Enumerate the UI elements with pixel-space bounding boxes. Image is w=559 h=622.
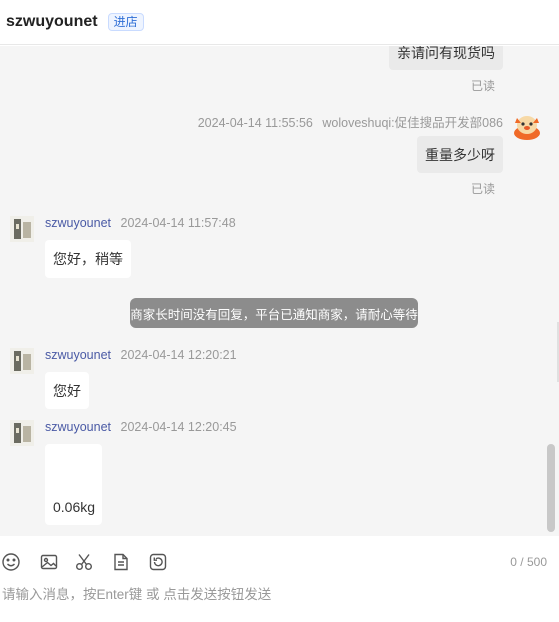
message-time: 2024-04-14 11:55:56: [197, 116, 313, 130]
message-text: 重量多少呀: [425, 146, 495, 163]
system-notice-text: 商家长时间没有回复，平台已通知商家，请耐心等待: [130, 307, 418, 322]
shop-name: szwuyounet: [6, 13, 98, 30]
shop-avatar[interactable]: [10, 216, 34, 242]
shop-avatar[interactable]: [10, 420, 34, 446]
sender-name: woloveshuqi:促佳搜品开发部086: [322, 116, 503, 130]
incoming-message-bubble: 0.06kg: [45, 444, 102, 525]
incoming-message-bubble: 您好: [45, 372, 89, 409]
outgoing-message-bubble: 亲请问有现货吗: [389, 46, 503, 70]
read-status: 已读: [471, 182, 496, 196]
composer-toolbar: 0 / 500: [0, 545, 559, 579]
enter-store-button[interactable]: 进店: [107, 13, 144, 31]
outgoing-message-bubble: 重量多少呀: [417, 136, 503, 173]
message-list[interactable]: 亲请问有现货吗 已读 2024-04-14 11:55:56 woloveshu…: [0, 46, 559, 536]
system-notice: 商家长时间没有回复，平台已通知商家，请耐心等待: [130, 298, 418, 328]
message-text: 您好，稍等: [53, 251, 123, 267]
image-icon[interactable]: [38, 551, 60, 573]
document-icon[interactable]: [110, 551, 132, 573]
message-text: 您好: [53, 382, 81, 399]
message-input[interactable]: [0, 580, 540, 616]
message-meta: 2024-04-14 11:55:56 woloveshuqi:促佳搜品开发部0…: [198, 112, 503, 131]
sender-name: szwuyounet: [45, 420, 112, 434]
customer-avatar[interactable]: [512, 112, 542, 140]
history-icon[interactable]: [147, 551, 169, 573]
scrollbar-thumb[interactable]: [547, 444, 555, 532]
read-status: 已读: [471, 79, 496, 93]
scissors-icon[interactable]: [73, 551, 95, 573]
message-meta: szwuyounet 2024-04-14 11:57:48: [45, 216, 236, 230]
emoji-icon[interactable]: [0, 551, 22, 573]
message-time: 2024-04-14 12:20:45: [120, 420, 237, 434]
message-time: 2024-04-14 12:20:21: [120, 348, 237, 362]
incoming-message-bubble: 您好，稍等: [45, 240, 131, 278]
char-counter: 0 / 500: [510, 555, 547, 569]
chat-header: szwuyounet 进店: [0, 0, 559, 45]
message-text: 0.06kg: [53, 499, 96, 515]
sender-name: szwuyounet: [45, 348, 112, 362]
sender-name: szwuyounet: [45, 216, 112, 230]
message-time: 2024-04-14 11:57:48: [120, 216, 236, 230]
message-input-area: [0, 580, 559, 622]
message-meta: szwuyounet 2024-04-14 12:20:45: [45, 420, 237, 434]
message-text: 亲请问有现货吗: [397, 46, 495, 61]
message-meta: szwuyounet 2024-04-14 12:20:21: [45, 348, 237, 362]
shop-avatar[interactable]: [10, 348, 34, 374]
